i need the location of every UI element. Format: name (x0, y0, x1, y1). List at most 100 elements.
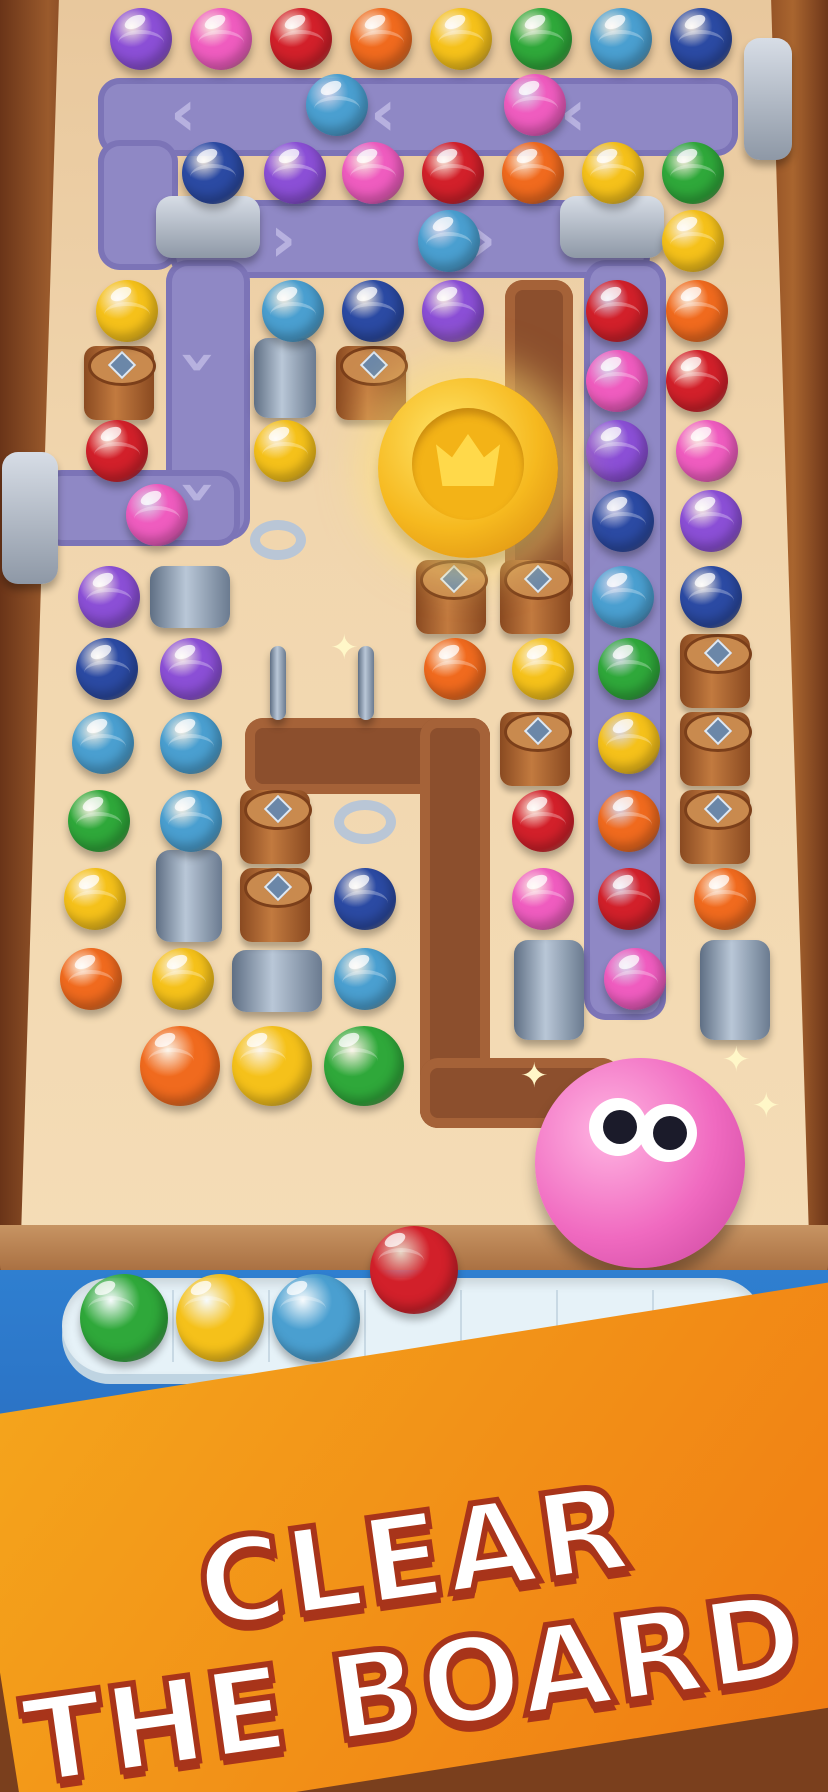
marble-red[interactable] (422, 142, 484, 204)
ring-icon (334, 800, 396, 844)
marble-yellow[interactable] (512, 638, 574, 700)
sparkle-icon: ✦ (330, 628, 359, 668)
marble-yellow[interactable] (662, 210, 724, 272)
marble-teal[interactable] (590, 8, 652, 70)
sparkle-icon: ✦ (520, 1056, 549, 1096)
marble-pink[interactable] (676, 420, 738, 482)
sparkle-icon: ✦ (752, 1086, 781, 1126)
marble-red[interactable] (586, 280, 648, 342)
barrel-icon (680, 634, 752, 708)
marble-orange[interactable] (666, 280, 728, 342)
marble-blue[interactable] (592, 490, 654, 552)
marble-purple[interactable] (110, 8, 172, 70)
marble-purple[interactable] (680, 490, 742, 552)
marble-purple[interactable] (264, 142, 326, 204)
game-scene: ‹ ‹ ‹ › › › › ✦ ✦ ✦ ✦ CLEAR THE BOARD (0, 0, 828, 1792)
marble-orange[interactable] (424, 638, 486, 700)
marble-purple[interactable] (160, 638, 222, 700)
marble-green[interactable] (68, 790, 130, 852)
marble-pink[interactable] (504, 74, 566, 136)
marble-yellow[interactable] (598, 712, 660, 774)
marble-green[interactable] (510, 8, 572, 70)
marble-pink[interactable] (126, 484, 188, 546)
marble-pink[interactable] (512, 868, 574, 930)
pipe-icon (700, 940, 770, 1040)
pin-icon (270, 646, 286, 720)
marble-blue[interactable] (680, 566, 742, 628)
incoming-marble-red[interactable] (370, 1226, 458, 1314)
marble-yellow[interactable] (254, 420, 316, 482)
marble-green[interactable] (598, 638, 660, 700)
pipe-icon (232, 950, 322, 1012)
marble-red[interactable] (512, 790, 574, 852)
marble-orange[interactable] (598, 790, 660, 852)
pin-icon (358, 646, 374, 720)
marble-pink[interactable] (190, 8, 252, 70)
barrel-icon (680, 790, 752, 864)
marble-yellow[interactable] (64, 868, 126, 930)
marble-teal[interactable] (306, 74, 368, 136)
marble-yellow[interactable] (96, 280, 158, 342)
barrel-icon (680, 712, 752, 786)
marble-purple[interactable] (422, 280, 484, 342)
chevron-right-icon: › (270, 203, 297, 277)
marble-red[interactable] (86, 420, 148, 482)
marble-teal[interactable] (334, 948, 396, 1010)
chevron-down-icon: › (162, 348, 237, 376)
marble-red[interactable] (598, 868, 660, 930)
blob-eye-right (639, 1104, 697, 1162)
marble-orange[interactable] (140, 1026, 220, 1106)
tray-marble-green[interactable] (80, 1274, 168, 1362)
gate-top-right (744, 38, 792, 160)
pipe-icon (514, 940, 584, 1040)
marble-purple[interactable] (78, 566, 140, 628)
marble-blue[interactable] (334, 868, 396, 930)
barrel-icon (416, 560, 488, 634)
coin-crown-icon[interactable] (378, 378, 558, 558)
marble-teal[interactable] (160, 712, 222, 774)
marble-orange[interactable] (502, 142, 564, 204)
barrel-icon (84, 346, 156, 420)
chevron-left-icon: ‹ (370, 77, 397, 151)
marble-pink[interactable] (586, 350, 648, 412)
tray-marble-teal[interactable] (272, 1274, 360, 1362)
marble-red[interactable] (666, 350, 728, 412)
gate-right (560, 196, 664, 258)
marble-yellow[interactable] (582, 142, 644, 204)
marble-green[interactable] (662, 142, 724, 204)
marble-blue[interactable] (670, 8, 732, 70)
marble-blue[interactable] (76, 638, 138, 700)
marble-green[interactable] (324, 1026, 404, 1106)
marble-teal[interactable] (262, 280, 324, 342)
marble-pink[interactable] (604, 948, 666, 1010)
marble-teal[interactable] (72, 712, 134, 774)
barrel-icon (240, 868, 312, 942)
gate-left-side (2, 452, 58, 584)
chevron-left-icon: ‹ (170, 77, 197, 151)
marble-yellow[interactable] (232, 1026, 312, 1106)
marble-pink[interactable] (342, 142, 404, 204)
marble-teal[interactable] (160, 790, 222, 852)
marble-blue[interactable] (342, 280, 404, 342)
marble-yellow[interactable] (430, 8, 492, 70)
marble-teal[interactable] (418, 210, 480, 272)
pink-blob-character-icon (535, 1058, 745, 1268)
marble-purple[interactable] (586, 420, 648, 482)
marble-orange[interactable] (350, 8, 412, 70)
barrel-icon (500, 712, 572, 786)
pipe-icon (254, 338, 316, 418)
gate-left (156, 196, 260, 258)
ring-icon (250, 520, 306, 560)
sparkle-icon: ✦ (722, 1040, 751, 1080)
marble-orange[interactable] (694, 868, 756, 930)
marble-red[interactable] (270, 8, 332, 70)
barrel-icon (240, 790, 312, 864)
blob-eye-left (589, 1098, 647, 1156)
pipe-icon (150, 566, 230, 628)
marble-blue[interactable] (182, 142, 244, 204)
tray-marble-yellow[interactable] (176, 1274, 264, 1362)
marble-teal[interactable] (592, 566, 654, 628)
marble-yellow[interactable] (152, 948, 214, 1010)
marble-orange[interactable] (60, 948, 122, 1010)
barrel-icon (336, 346, 408, 420)
